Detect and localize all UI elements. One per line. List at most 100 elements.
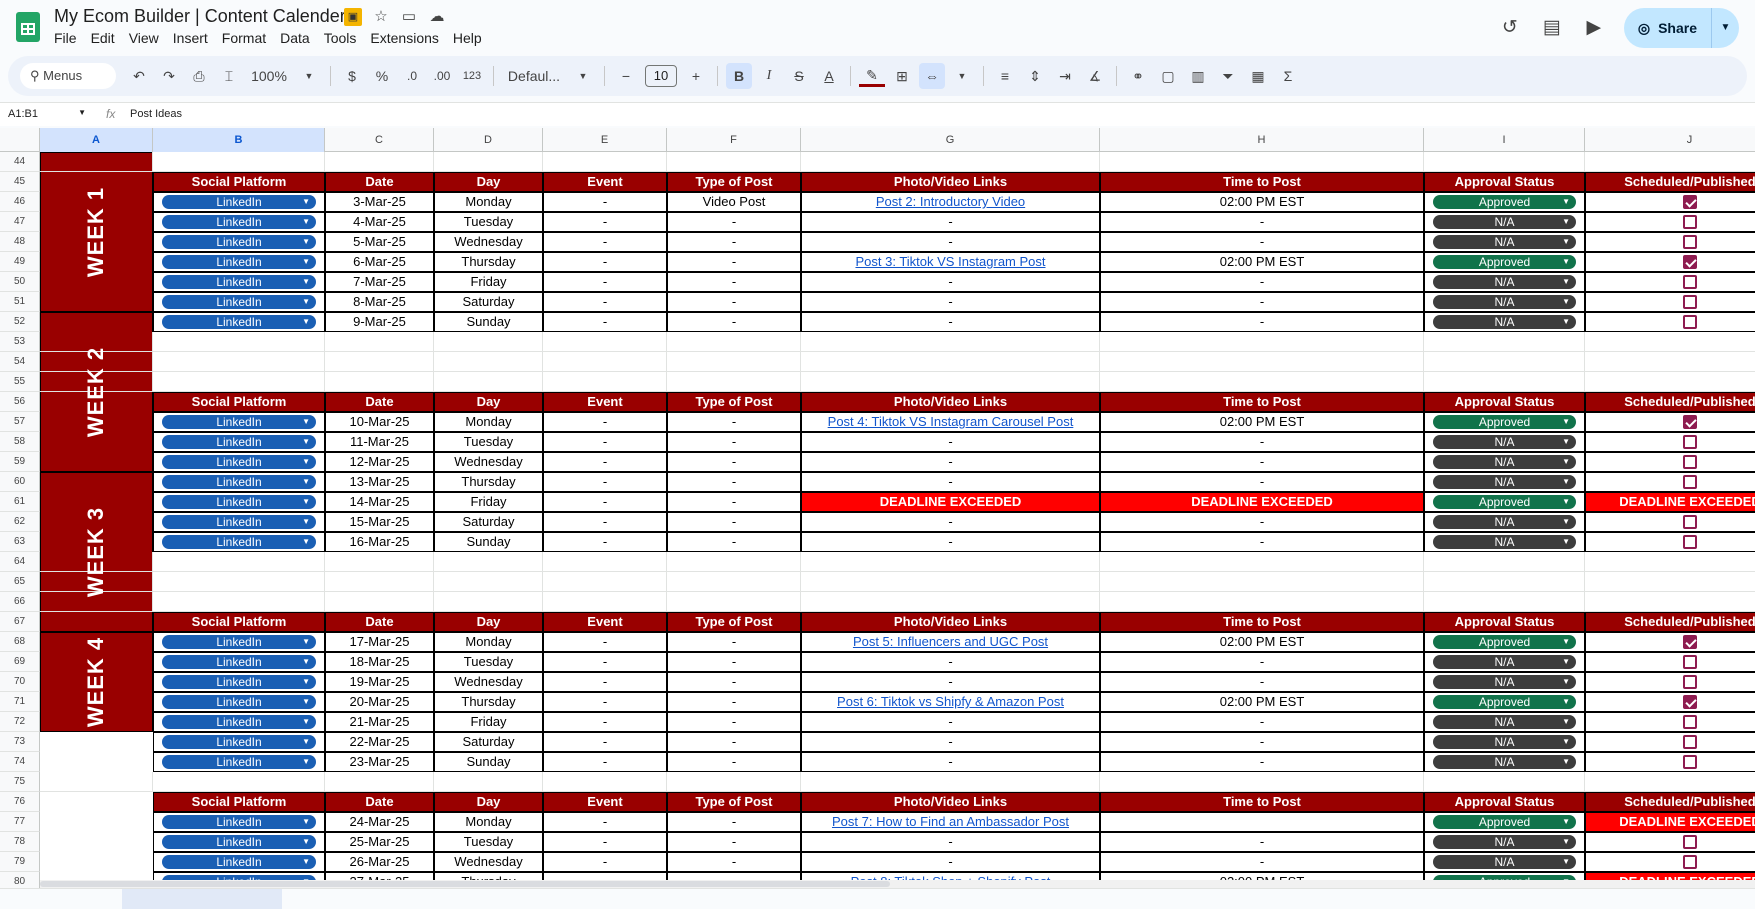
empty-cell[interactable] [1100, 152, 1424, 172]
formula-input[interactable]: Post Ideas [130, 108, 182, 120]
scheduled-checkbox[interactable] [1683, 435, 1697, 449]
platform-cell[interactable]: LinkedIn ▼ [153, 512, 325, 532]
event-cell[interactable]: - [543, 212, 667, 232]
event-cell[interactable]: - [543, 852, 667, 872]
link-cell[interactable]: - [801, 472, 1100, 492]
empty-cell[interactable] [1100, 772, 1424, 792]
platform-cell[interactable]: LinkedIn ▼ [153, 492, 325, 512]
link-cell[interactable]: - [801, 832, 1100, 852]
select-all-corner[interactable] [0, 128, 40, 152]
link-cell[interactable]: - [801, 292, 1100, 312]
empty-cell[interactable] [325, 552, 434, 572]
chevron-down-icon[interactable]: ▼ [302, 455, 310, 469]
font-dropdown-icon[interactable]: ▼ [570, 63, 596, 89]
scheduled-cell[interactable] [1585, 712, 1755, 732]
menu-help[interactable]: Help [453, 30, 490, 46]
type-cell[interactable]: - [667, 832, 801, 852]
date-cell[interactable]: 16-Mar-25 [325, 532, 434, 552]
row-header[interactable]: 73 [0, 732, 40, 752]
day-cell[interactable]: Monday [434, 632, 543, 652]
chevron-down-icon[interactable]: ▼ [302, 695, 310, 709]
column-header-g[interactable]: G [801, 128, 1100, 152]
empty-cell[interactable] [801, 552, 1100, 572]
zoom-select[interactable]: 100% [246, 63, 292, 89]
menu-data[interactable]: Data [280, 30, 318, 46]
chevron-down-icon[interactable]: ▼ [302, 755, 310, 769]
approval-status-dropdown[interactable]: Approved ▼ [1433, 815, 1576, 829]
time-cell[interactable]: 02:00 PM EST [1100, 692, 1424, 712]
scheduled-cell[interactable] [1585, 272, 1755, 292]
time-cell[interactable] [1100, 812, 1424, 832]
approval-status-dropdown[interactable]: Approved ▼ [1433, 195, 1576, 209]
empty-cell[interactable] [325, 332, 434, 352]
empty-cell[interactable] [1424, 372, 1585, 392]
platform-cell[interactable]: LinkedIn ▼ [153, 192, 325, 212]
link-cell[interactable]: - [801, 432, 1100, 452]
approval-status-cell[interactable]: Approved ▼ [1424, 252, 1585, 272]
insert-chart-icon[interactable]: ▥ [1185, 63, 1211, 89]
column-header-i[interactable]: I [1424, 128, 1585, 152]
empty-cell[interactable] [543, 152, 667, 172]
event-cell[interactable]: - [543, 532, 667, 552]
empty-cell[interactable] [667, 592, 801, 612]
row-header[interactable]: 44 [0, 152, 40, 172]
row-header[interactable]: 52 [0, 312, 40, 332]
link-cell[interactable]: Post 6: Tiktok vs Shipfy & Amazon Post [801, 692, 1100, 712]
functions-button[interactable]: Σ [1275, 63, 1301, 89]
post-link[interactable]: Post 4: Tiktok VS Instagram Carousel Pos… [828, 414, 1074, 429]
time-cell[interactable]: 02:00 PM EST [1100, 192, 1424, 212]
platform-dropdown[interactable]: LinkedIn ▼ [162, 515, 316, 529]
empty-cell[interactable] [667, 352, 801, 372]
link-cell[interactable]: Post 7: How to Find an Ambassador Post [801, 812, 1100, 832]
platform-dropdown[interactable]: LinkedIn ▼ [162, 235, 316, 249]
approval-status-dropdown[interactable]: N/A ▼ [1433, 755, 1576, 769]
link-cell[interactable]: - [801, 652, 1100, 672]
empty-cell[interactable] [153, 152, 325, 172]
event-cell[interactable]: - [543, 752, 667, 772]
approval-status-cell[interactable]: N/A ▼ [1424, 472, 1585, 492]
approval-status-cell[interactable]: Approved ▼ [1424, 632, 1585, 652]
approval-status-dropdown[interactable]: N/A ▼ [1433, 215, 1576, 229]
scheduled-checkbox[interactable] [1683, 415, 1697, 429]
empty-cell[interactable] [801, 592, 1100, 612]
chevron-down-icon[interactable]: ▼ [302, 835, 310, 849]
text-color-button[interactable]: A [816, 63, 842, 89]
filter-views-icon[interactable]: ▦ [1245, 63, 1271, 89]
empty-cell[interactable] [1585, 352, 1755, 372]
chevron-down-icon[interactable]: ▼ [302, 295, 310, 309]
approval-status-cell[interactable]: Approved ▼ [1424, 492, 1585, 512]
approval-status-cell[interactable]: N/A ▼ [1424, 292, 1585, 312]
row-header[interactable]: 80 [0, 872, 40, 888]
type-cell[interactable]: - [667, 492, 801, 512]
platform-cell[interactable]: LinkedIn ▼ [153, 832, 325, 852]
type-cell[interactable]: - [667, 272, 801, 292]
link-cell[interactable]: - [801, 212, 1100, 232]
type-cell[interactable]: - [667, 412, 801, 432]
row-header[interactable]: 69 [0, 652, 40, 672]
time-cell[interactable]: - [1100, 452, 1424, 472]
empty-cell[interactable] [1585, 152, 1755, 172]
chevron-down-icon[interactable]: ▼ [302, 535, 310, 549]
empty-cell[interactable] [801, 772, 1100, 792]
row-header[interactable]: 64 [0, 552, 40, 572]
day-cell[interactable]: Saturday [434, 512, 543, 532]
empty-cell[interactable] [543, 372, 667, 392]
row-header[interactable]: 56 [0, 392, 40, 412]
event-cell[interactable]: - [543, 832, 667, 852]
scrollbar-thumb[interactable] [40, 881, 890, 887]
approval-status-dropdown[interactable]: N/A ▼ [1433, 655, 1576, 669]
empty-cell[interactable] [801, 352, 1100, 372]
platform-cell[interactable]: LinkedIn ▼ [153, 632, 325, 652]
row-header[interactable]: 45 [0, 172, 40, 192]
approval-status-dropdown[interactable]: Approved ▼ [1433, 255, 1576, 269]
empty-cell[interactable] [434, 572, 543, 592]
platform-cell[interactable]: LinkedIn ▼ [153, 232, 325, 252]
horizontal-scrollbar[interactable] [40, 880, 1755, 888]
empty-cell[interactable] [543, 772, 667, 792]
approval-status-cell[interactable]: N/A ▼ [1424, 452, 1585, 472]
type-cell[interactable]: - [667, 752, 801, 772]
version-history-icon[interactable]: ↺ [1498, 16, 1522, 40]
scheduled-checkbox[interactable] [1683, 715, 1697, 729]
filter-icon[interactable]: ⏷ [1215, 63, 1241, 89]
row-header[interactable]: 74 [0, 752, 40, 772]
